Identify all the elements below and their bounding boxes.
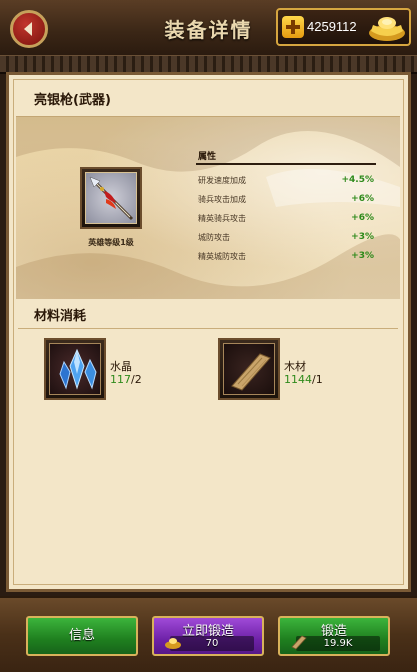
- forge-button[interactable]: 锻造 19.9K: [278, 616, 390, 656]
- ink-landscape-background: [16, 117, 400, 299]
- material-have: 1144: [284, 373, 312, 386]
- gold-ingot-icon: [369, 17, 405, 41]
- instant-forge-button[interactable]: 立即锻造 70: [152, 616, 264, 656]
- attributes-header: 属性: [198, 152, 217, 162]
- attribute-name: 城防攻击: [198, 233, 230, 242]
- equipment-level: 英雄等级1级: [88, 238, 134, 247]
- forge-cost-value: 19.9K: [323, 638, 353, 649]
- add-gold-icon[interactable]: [282, 16, 304, 38]
- equipment-name: 亮银枪(武器): [34, 93, 111, 108]
- gold-counter[interactable]: 4259112: [276, 8, 411, 46]
- material-crystal-frame[interactable]: [44, 338, 106, 400]
- attribute-row: 精英骑兵攻击 +6%: [198, 213, 374, 224]
- attribute-row: 研发速度加成 +4.5%: [198, 175, 374, 186]
- wood-icon: [291, 635, 307, 650]
- gold-amount: 4259112: [307, 19, 357, 34]
- material-name: 水晶: [110, 360, 132, 373]
- attribute-row: 城防攻击 +3%: [198, 232, 374, 243]
- forge-cost: 19.9K: [291, 635, 380, 651]
- attribute-value: +3%: [351, 232, 374, 242]
- attributes-divider: [196, 163, 376, 165]
- materials-divider: [18, 328, 398, 329]
- material-need: /2: [131, 373, 142, 386]
- wood-plank-icon: [231, 353, 271, 391]
- info-button-label: 信息: [68, 628, 95, 643]
- attribute-name: 骑兵攻击加成: [198, 195, 246, 204]
- attribute-value: +3%: [351, 251, 374, 261]
- equipment-icon-frame[interactable]: [80, 167, 142, 229]
- gold-ingot-icon: [165, 638, 181, 649]
- material-count: 117/2: [110, 373, 142, 386]
- spear-icon: [89, 176, 134, 221]
- equipment-detail-area: [16, 116, 400, 299]
- crystal-icon: [59, 348, 97, 390]
- attribute-row: 骑兵攻击加成 +6%: [198, 194, 374, 205]
- material-need: /1: [312, 373, 323, 386]
- material-count: 1144/1: [284, 373, 323, 386]
- attribute-name: 研发速度加成: [198, 176, 246, 185]
- materials-title: 材料消耗: [34, 309, 87, 324]
- attribute-name: 精英城防攻击: [198, 252, 246, 261]
- instant-forge-cost: 70: [165, 636, 254, 651]
- attribute-row: 精英城防攻击 +3%: [198, 251, 374, 262]
- material-have: 117: [110, 373, 131, 386]
- attribute-value: +6%: [351, 213, 374, 223]
- attribute-value: +6%: [351, 194, 374, 204]
- instant-forge-cost-value: 70: [205, 638, 219, 649]
- material-wood-frame[interactable]: [218, 338, 280, 400]
- info-button[interactable]: 信息: [26, 616, 138, 656]
- material-name: 木材: [284, 360, 306, 373]
- attribute-value: +4.5%: [341, 175, 374, 185]
- attribute-name: 精英骑兵攻击: [198, 214, 246, 223]
